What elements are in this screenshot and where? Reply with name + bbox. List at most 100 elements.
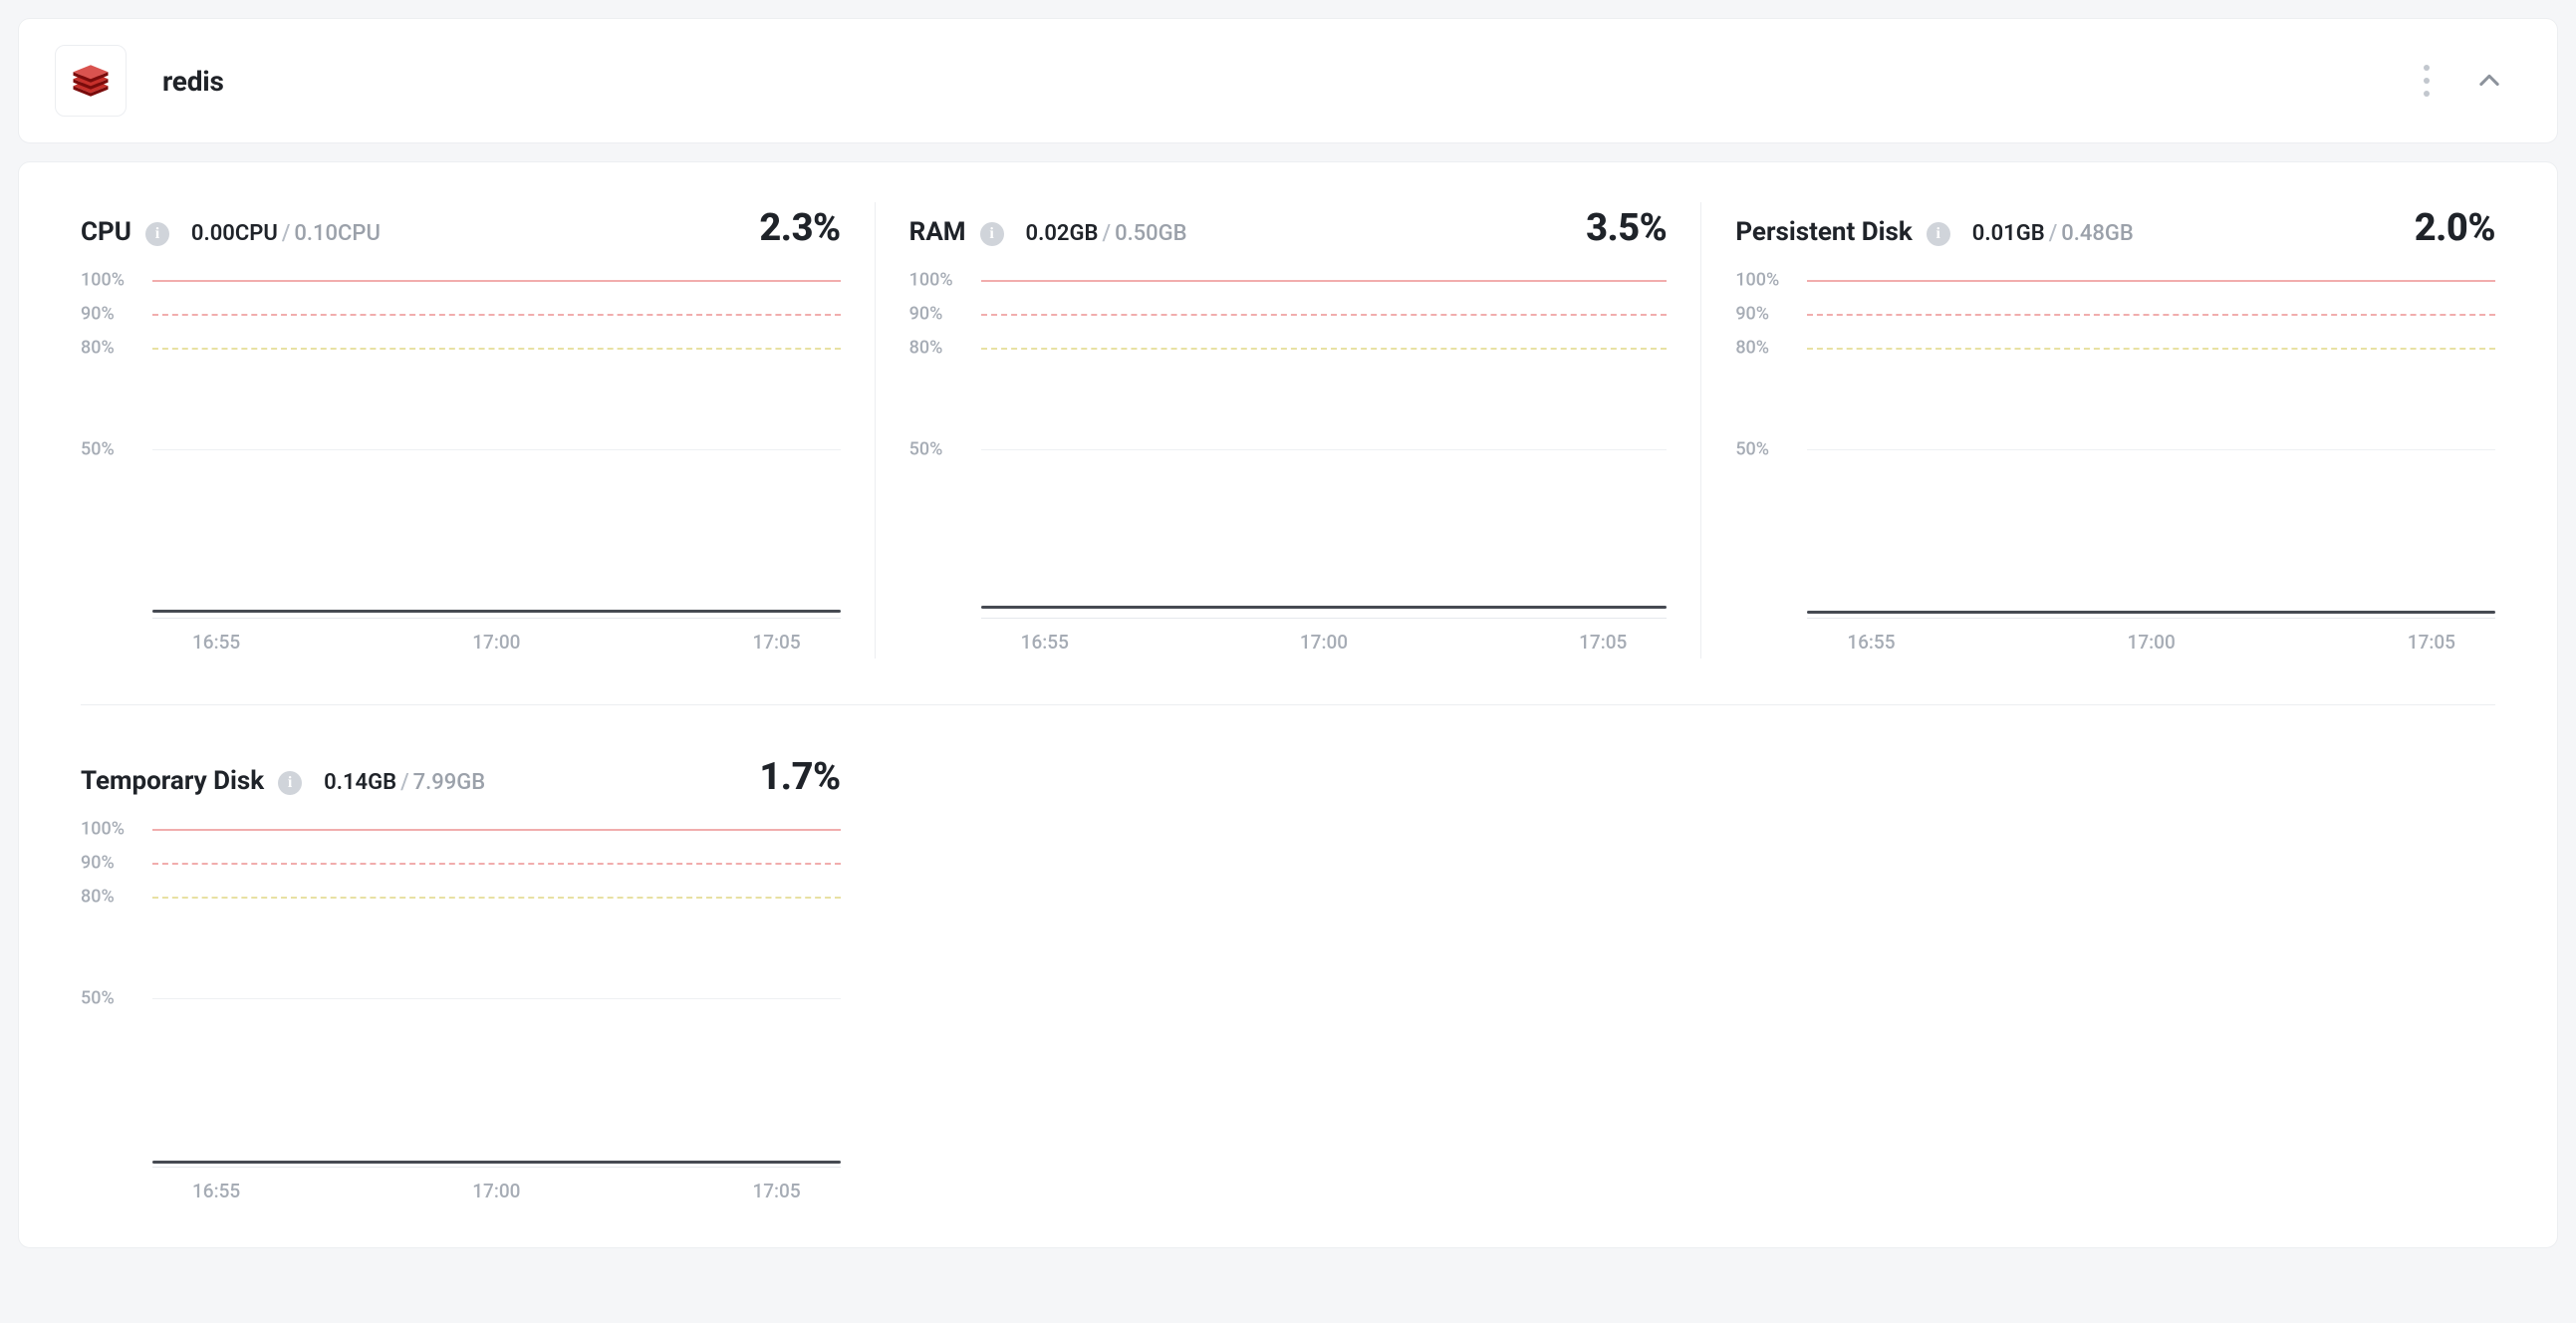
usage-text: 0.14GB/7.99GB [324,770,485,795]
x-axis-labels: 16:55 17:00 17:05 [981,631,1668,654]
y-label: 80% [1735,338,1769,359]
usage-limit: 0.48GB [2061,221,2134,246]
x-label: 16:55 [192,1180,240,1202]
x-axis-labels: 16:55 17:00 17:05 [152,631,841,654]
threshold-90 [152,314,841,316]
chart-plot[interactable] [152,280,841,619]
more-menu-button[interactable] [2418,59,2436,103]
metrics-card: CPU i 0.00CPU/0.10CPU 2.3% 100% 90% 80% … [18,161,2558,1248]
threshold-100 [981,280,1668,282]
collapse-button[interactable] [2469,61,2509,101]
chart-panel-ram: RAM i 0.02GB/0.50GB 3.5% 100% 90% 80% 50… [875,202,1702,659]
gridline-50 [981,449,1668,450]
y-label: 80% [81,887,115,908]
threshold-80 [1807,348,2495,350]
y-label: 50% [81,439,115,460]
service-name: redis [162,65,224,98]
chart-area: 100% 90% 80% 50% 16:55 17:00 [81,280,841,649]
threshold-100 [152,280,841,282]
info-icon[interactable]: i [278,771,302,795]
chart-title: Temporary Disk [81,766,264,796]
y-axis-labels: 100% 90% 80% 50% [81,829,142,1168]
redis-icon [70,60,112,102]
x-axis-labels: 16:55 17:00 17:05 [1807,631,2495,654]
y-label: 90% [81,304,115,325]
y-label: 100% [81,270,125,291]
chart-area: 100% 90% 80% 50% 16:55 17:00 [81,829,841,1197]
usage-percent: 2.0% [2415,206,2495,250]
series-line [1807,611,2495,614]
x-label: 17:05 [752,1180,800,1202]
row-divider [81,704,2495,705]
y-label: 80% [909,338,943,359]
threshold-100 [152,829,841,831]
chevron-up-icon [2475,67,2503,95]
usage-percent: 3.5% [1586,206,1667,250]
usage-limit: 0.10CPU [294,221,380,246]
x-label: 16:55 [1847,631,1895,654]
threshold-80 [152,348,841,350]
chart-area: 100% 90% 80% 50% 16:55 17:00 [909,280,1668,649]
usage-text: 0.02GB/0.50GB [1026,221,1187,246]
usage-percent: 2.3% [759,206,840,250]
y-axis-labels: 100% 90% 80% 50% [1735,280,1797,619]
series-line [981,606,1668,609]
service-header: redis [18,18,2558,143]
usage-used: 0.00CPU [191,221,278,246]
y-label: 100% [81,819,125,840]
charts-row-1: CPU i 0.00CPU/0.10CPU 2.3% 100% 90% 80% … [47,202,2529,659]
x-label: 17:00 [472,1180,520,1202]
chart-title: RAM [909,217,966,247]
chart-panel-cpu: CPU i 0.00CPU/0.10CPU 2.3% 100% 90% 80% … [47,202,875,659]
threshold-90 [152,863,841,865]
series-line [152,1161,841,1164]
series-line [152,610,841,613]
x-label: 17:00 [472,631,520,654]
threshold-100 [1807,280,2495,282]
chart-title: CPU [81,217,131,247]
y-label: 80% [81,338,115,359]
y-label: 90% [1735,304,1769,325]
chart-plot[interactable] [981,280,1668,619]
gridline-50 [1807,449,2495,450]
info-icon[interactable]: i [980,222,1004,246]
y-label: 100% [1735,270,1779,291]
y-label: 90% [81,853,115,874]
chart-area: 100% 90% 80% 50% 16:55 17:00 [1735,280,2495,649]
x-label: 17:05 [2408,631,2455,654]
gridline-50 [152,449,841,450]
chart-panel-temporary-disk: Temporary Disk i 0.14GB/7.99GB 1.7% 100%… [47,751,875,1207]
usage-used: 0.14GB [324,770,396,795]
threshold-90 [1807,314,2495,316]
usage-text: 0.00CPU/0.10CPU [191,221,381,246]
chart-header: Persistent Disk i 0.01GB/0.48GB 2.0% [1735,206,2495,250]
page: redis CPU i 0.00CPU/0.10CPU [0,0,2576,1266]
usage-limit: 7.99GB [413,770,486,795]
chart-header: Temporary Disk i 0.14GB/7.99GB 1.7% [81,755,841,799]
info-icon[interactable]: i [1927,222,1950,246]
usage-used: 0.01GB [1972,221,2045,246]
x-label: 16:55 [192,631,240,654]
y-axis-labels: 100% 90% 80% 50% [909,280,971,619]
x-axis-labels: 16:55 17:00 17:05 [152,1180,841,1202]
usage-text: 0.01GB/0.48GB [1972,221,2134,246]
x-label: 17:05 [752,631,800,654]
gridline-50 [152,998,841,999]
x-label: 17:00 [1300,631,1348,654]
x-label: 17:00 [2128,631,2176,654]
service-icon-tile [55,45,127,117]
usage-percent: 1.7% [759,755,840,799]
chart-header: RAM i 0.02GB/0.50GB 3.5% [909,206,1668,250]
chart-header: CPU i 0.00CPU/0.10CPU 2.3% [81,206,841,250]
y-label: 50% [909,439,943,460]
y-label: 90% [909,304,943,325]
y-label: 50% [81,988,115,1009]
info-icon[interactable]: i [145,222,169,246]
header-actions [2418,59,2521,103]
chart-plot[interactable] [1807,280,2495,619]
usage-used: 0.02GB [1026,221,1099,246]
chart-plot[interactable] [152,829,841,1168]
chart-title: Persistent Disk [1735,217,1912,247]
y-label: 100% [909,270,953,291]
threshold-90 [981,314,1668,316]
